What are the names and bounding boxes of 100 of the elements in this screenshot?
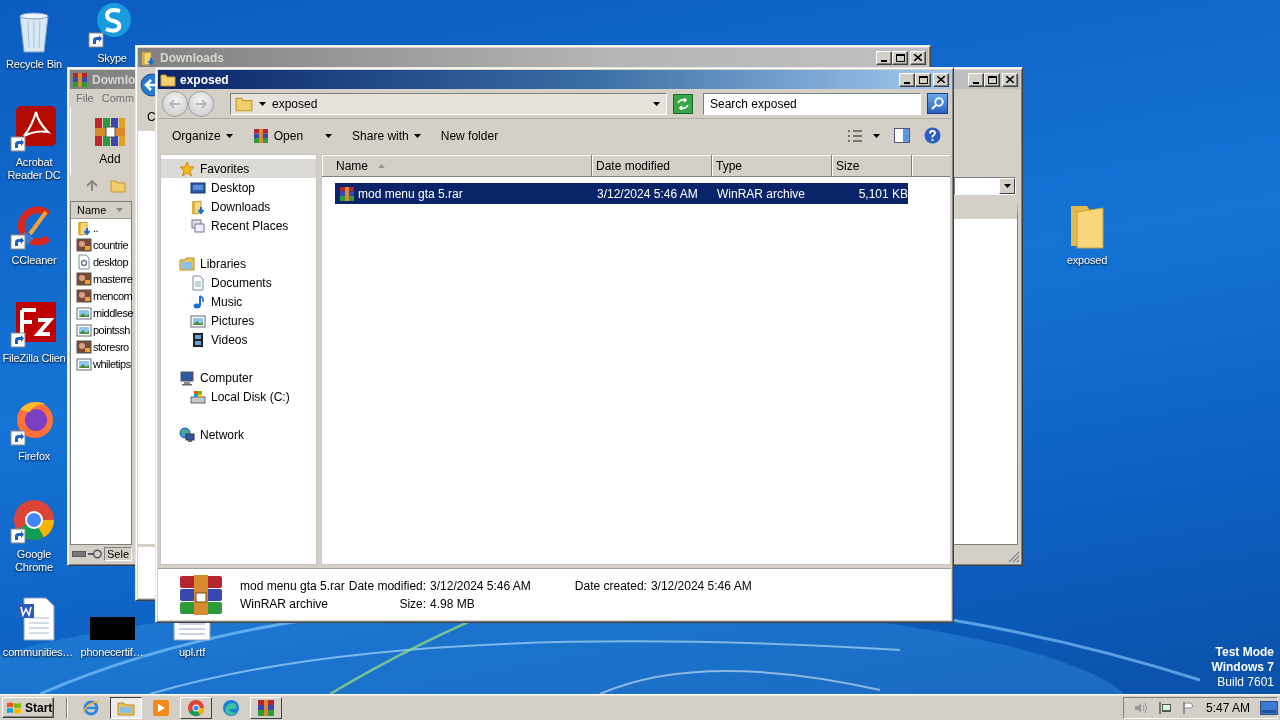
- file-name[interactable]: storesro: [93, 340, 129, 353]
- desktop-icon-label[interactable]: phonecertif…: [80, 646, 144, 659]
- minimize-button[interactable]: [876, 50, 892, 65]
- column-header[interactable]: Date modified: [592, 155, 712, 177]
- nav-tree-item[interactable]: Favorites: [161, 159, 316, 178]
- file-row[interactable]: mod menu gta 5.rar 3/12/2024 5:46 AM WinRAR archive 5,101 KB: [335, 183, 908, 204]
- file-name[interactable]: desktop: [93, 255, 129, 268]
- dropdown-button[interactable]: [999, 178, 1015, 194]
- file-name[interactable]: mencom: [93, 289, 133, 302]
- preview-pane-button[interactable]: [892, 126, 912, 145]
- folder-icon: [76, 219, 92, 236]
- maximize-button[interactable]: [915, 72, 931, 87]
- folder-icon: [179, 255, 195, 272]
- window-title: Downloads: [160, 50, 224, 65]
- minimize-button[interactable]: [968, 72, 984, 87]
- search-icon: [931, 97, 944, 110]
- edge-icon: [222, 698, 240, 717]
- preview-pane-icon: [894, 128, 910, 143]
- nav-tree-item[interactable]: Downloads: [161, 197, 316, 216]
- detail-label: Size:: [398, 596, 427, 611]
- toolbar-menu-button[interactable]: Share with: [344, 123, 429, 148]
- drive-icon: [72, 551, 86, 557]
- maximize-button[interactable]: [984, 72, 1000, 87]
- address-bar[interactable]: exposed: [230, 92, 667, 115]
- search-field[interactable]: Search exposed: [703, 92, 921, 115]
- desktop-icon-label[interactable]: communities…: [2, 646, 74, 659]
- nav-tree-item[interactable]: Local Disk (C:): [161, 387, 316, 406]
- status-text: Sele: [104, 547, 133, 561]
- column-header[interactable]: Name: [322, 155, 592, 177]
- nav-tree-item[interactable]: Network: [161, 425, 316, 444]
- file-name[interactable]: middlese: [93, 306, 134, 319]
- desktop-icon-label[interactable]: Firefox: [17, 450, 51, 463]
- close-icon: [937, 76, 945, 83]
- disk-drive-icon: [190, 388, 206, 405]
- file-name[interactable]: ..: [93, 221, 99, 234]
- archive-icon: [72, 71, 88, 88]
- detail-value: 3/12/2024 5:46 AM: [430, 578, 531, 593]
- close-button[interactable]: [1002, 72, 1018, 87]
- archive-icon: [178, 574, 224, 615]
- detail-label: Date modified:: [348, 578, 427, 593]
- list-view-icon: [847, 128, 863, 143]
- desktop-icon-label[interactable]: exposed: [1066, 254, 1108, 267]
- windows-logo-icon: [6, 700, 22, 715]
- file-name: mod menu gta 5.rar: [335, 185, 592, 202]
- show-desktop-icon: [1260, 700, 1279, 715]
- file-name[interactable]: whiletips: [93, 357, 131, 370]
- add-button[interactable]: Add: [89, 114, 131, 168]
- desktop-notice: Build 7601: [1217, 675, 1274, 690]
- desktop-icon-label[interactable]: Google Chrome: [1, 548, 67, 574]
- chrome-icon: [187, 698, 205, 717]
- maximize-icon: [895, 53, 905, 62]
- toolbar-button[interactable]: New folder: [432, 123, 507, 148]
- taskbar-app-button[interactable]: [110, 696, 142, 719]
- desktop-icon-label[interactable]: FileZilla Clien: [2, 352, 66, 365]
- refresh-button[interactable]: [673, 93, 693, 114]
- folder-icon: [190, 198, 206, 215]
- nav-tree-item[interactable]: Videos: [161, 330, 316, 349]
- start-button[interactable]: Start: [2, 697, 54, 718]
- file-name[interactable]: countrie: [93, 238, 129, 251]
- nav-tree-item[interactable]: Documents: [161, 273, 316, 292]
- nav-tree-item[interactable]: Pictures: [161, 311, 316, 330]
- desktop-icon-label[interactable]: upl.rtf: [178, 646, 206, 659]
- nav-tree-item[interactable]: Desktop: [161, 178, 316, 197]
- desktop-icon-label[interactable]: CCleaner: [11, 254, 57, 267]
- image-file-icon: [76, 236, 92, 253]
- image-file-icon: [76, 304, 92, 321]
- search-button[interactable]: [927, 93, 948, 114]
- star-icon: [179, 160, 195, 177]
- desktop-icon-label[interactable]: Skype: [97, 52, 127, 65]
- nav-tree-item[interactable]: Recent Places: [161, 216, 316, 235]
- desktop-icon-label[interactable]: Recycle Bin: [6, 58, 62, 71]
- dropdown-icon: [653, 101, 660, 106]
- maximize-icon: [918, 75, 928, 84]
- key-icon: [88, 549, 102, 559]
- image-file-icon: [76, 321, 92, 338]
- close-button[interactable]: [933, 72, 949, 87]
- table-cell-text: 3/12/2024 5:46 AM: [596, 186, 699, 201]
- image-file-icon: [76, 287, 92, 304]
- file-name[interactable]: masterre: [93, 272, 133, 285]
- desktop-icon-label[interactable]: Acrobat Reader DC: [1, 156, 67, 182]
- maximize-button[interactable]: [892, 50, 908, 65]
- file-name[interactable]: pointssh: [93, 323, 130, 336]
- network-icon: [1158, 700, 1172, 715]
- desktop-notice: Windows 7: [1211, 660, 1274, 675]
- table-cell-text: WinRAR archive: [716, 186, 807, 201]
- nav-tree-item[interactable]: Libraries: [161, 254, 316, 273]
- open-button[interactable]: Open: [244, 123, 341, 148]
- window-title: exposed: [180, 72, 229, 87]
- close-button[interactable]: [910, 50, 926, 65]
- column-header[interactable]: Type: [712, 155, 832, 177]
- nav-tree-item[interactable]: Music: [161, 292, 316, 311]
- toolbar-menu-button[interactable]: Organize: [164, 123, 241, 148]
- image-file-icon: [76, 270, 92, 287]
- minimize-button[interactable]: [899, 72, 915, 87]
- combo-box[interactable]: [954, 177, 1016, 195]
- nav-tree-item[interactable]: Computer: [161, 368, 316, 387]
- minimize-icon: [881, 59, 887, 62]
- column-header[interactable]: Size: [832, 155, 912, 177]
- help-button[interactable]: [922, 125, 943, 146]
- column-header[interactable]: Name: [71, 202, 131, 219]
